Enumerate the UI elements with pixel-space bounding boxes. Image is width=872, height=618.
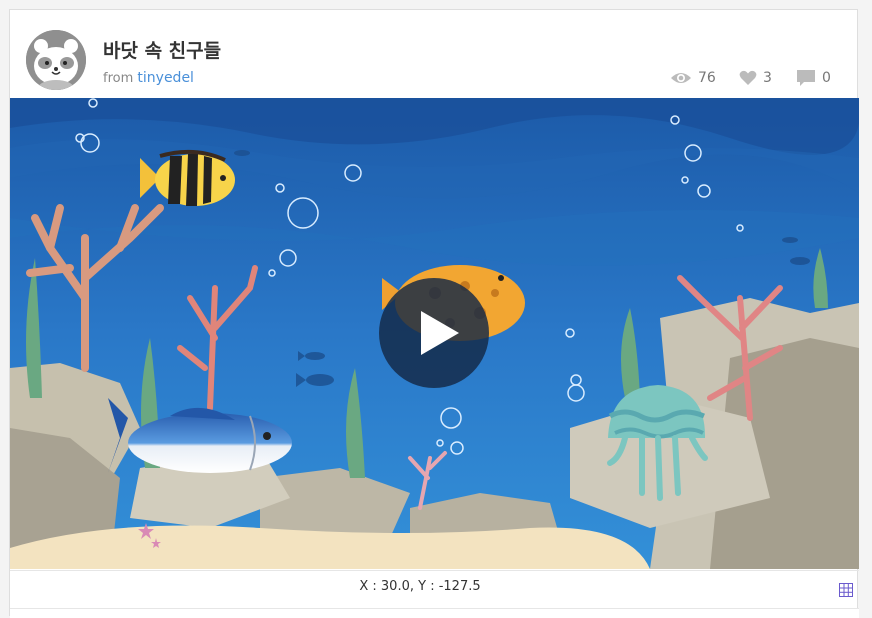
sand	[10, 525, 650, 569]
author-link[interactable]: tinyedel	[137, 70, 194, 86]
avatar[interactable]	[26, 30, 86, 90]
likes-count: 3	[763, 70, 772, 86]
from-label: from	[103, 71, 134, 86]
views-count: 76	[698, 70, 716, 86]
comments-stat[interactable]: 0	[796, 68, 831, 88]
grid-toggle-button[interactable]	[839, 582, 853, 597]
play-button[interactable]	[379, 278, 489, 388]
project-card: 바닷 속 친구들 from tinyedel 76 3 0 X: 30.0, …	[9, 9, 859, 618]
heart-icon[interactable]	[739, 70, 757, 86]
card-bottom-strip	[10, 608, 859, 618]
raccoon-avatar-icon	[26, 30, 86, 90]
eye-icon	[671, 73, 691, 83]
project-title: 바닷 속 친구들	[103, 40, 222, 62]
grid-icon[interactable]	[839, 583, 853, 597]
mouse-coordinates: X : 30.0, Y : -127.5	[359, 579, 481, 594]
likes-stat[interactable]: 3	[739, 68, 772, 88]
project-header: 바닷 속 친구들 from tinyedel 76 3 0	[10, 10, 859, 98]
play-icon[interactable]	[379, 278, 489, 388]
stage-canvas[interactable]	[10, 98, 859, 569]
stage-footer: X : 30.0, Y : -127.5	[10, 570, 859, 609]
author-line: from tinyedel	[103, 70, 194, 86]
comments-count: 0	[822, 70, 831, 86]
comment-icon[interactable]	[796, 69, 816, 87]
views-stat: 76	[670, 68, 716, 88]
